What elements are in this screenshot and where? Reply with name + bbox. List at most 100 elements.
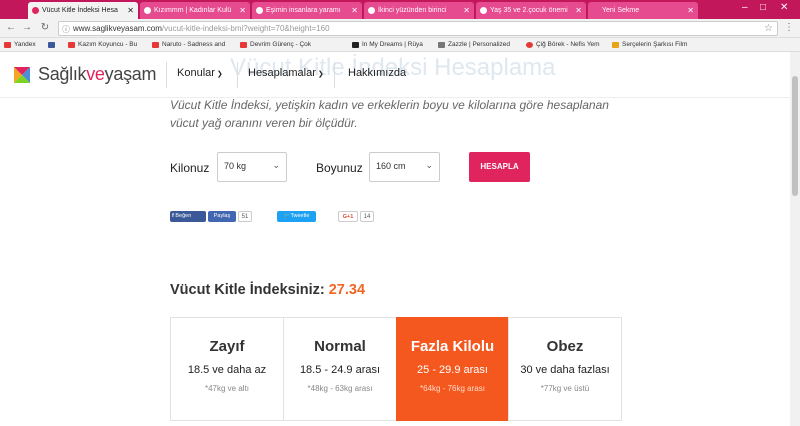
close-icon[interactable]: ✕ xyxy=(351,2,358,19)
bookmark-sercelerin-sarkisi[interactable]: Serçelerin Şarkısı Film xyxy=(612,39,696,51)
bookmark-cig-borek[interactable]: Çiğ Börek - Nefis Yem xyxy=(526,39,606,51)
bmi-card-obez: Obez 30 ve daha fazlası *77kg ve üstü xyxy=(508,317,622,421)
forward-icon[interactable]: → xyxy=(20,21,34,35)
card-title: Zayıf xyxy=(209,338,245,355)
logo-mark-icon xyxy=(14,67,30,83)
bookmark-label: Yandex xyxy=(14,41,36,48)
browser-tab-strip: Vücut Kitle İndeksi Hesa ✕ Kızımmm | Kad… xyxy=(0,0,800,19)
url-input[interactable]: ⓘ www.saglikveyasam.com/vucut-kitle-inde… xyxy=(58,21,778,36)
height-value: 160 cm xyxy=(376,161,406,171)
nav-label: Konular xyxy=(177,67,215,79)
logo-word-ve: ve xyxy=(86,64,105,84)
minimize-icon[interactable]: – xyxy=(742,2,748,14)
logo-word-yasam: yaşam xyxy=(104,64,157,84)
close-icon[interactable]: ✕ xyxy=(127,2,134,19)
close-icon[interactable]: ✕ xyxy=(575,2,582,19)
reload-icon[interactable]: ↻ xyxy=(38,21,52,35)
tab-title: Yeni Sekme xyxy=(602,7,640,14)
nav-divider xyxy=(237,62,238,88)
tab-ikinci[interactable]: İkinci yüzünden birinci ✕ xyxy=(364,2,474,19)
tab-title: Kızımmm | Kadınlar Kulü xyxy=(154,7,232,14)
bookmark-label: Çiğ Börek - Nefis Yem xyxy=(536,41,600,48)
tab-title: Eşimin insanlara yaramı xyxy=(266,7,341,14)
tab-yas35[interactable]: Yaş 35 ve 2.çocuk önemi ✕ xyxy=(476,2,586,19)
bookmark-devrim-gurenc[interactable]: Devrim Gürenç - Çok xyxy=(240,39,324,51)
card-range: 18.5 ve daha az xyxy=(187,364,267,376)
scrollbar-thumb[interactable] xyxy=(792,76,798,196)
calculate-button[interactable]: HESAPLA xyxy=(469,152,530,182)
bookmark-star-icon[interactable]: ☆ xyxy=(764,22,773,35)
close-icon[interactable]: ✕ xyxy=(463,2,470,19)
bmi-result-heading: Vücut Kitle İndeksiniz: 27.34 xyxy=(170,282,365,298)
gplus-label: G+1 xyxy=(342,214,354,220)
nav-divider xyxy=(166,62,167,88)
tweet-button[interactable]: 🐦Tweetle xyxy=(277,211,316,222)
bmi-result-label: Vücut Kitle İndeksiniz: xyxy=(170,282,325,298)
card-title: Normal xyxy=(314,338,366,355)
bookmark-label: In My Dreams | Rüya xyxy=(362,41,423,48)
nav-hesaplamalar[interactable]: Hesaplamalar ❯ xyxy=(248,67,324,79)
bmi-category-cards: Zayıf 18.5 ve daha az *47kg ve altı Norm… xyxy=(170,317,622,421)
intro-text: Vücut Kitle İndeksi, yetişkin kadın ve e… xyxy=(170,98,609,130)
site-logo[interactable]: Sağlıkveyaşam xyxy=(10,61,160,89)
chevron-down-icon: ⌄ xyxy=(425,160,433,170)
site-favicon-icon xyxy=(32,7,39,14)
tab-yeni-sekme[interactable]: Yeni Sekme ✕ xyxy=(588,2,698,19)
height-select[interactable]: 160 cm ⌄ xyxy=(369,152,440,182)
nav-hakkimizda[interactable]: Hakkımızda xyxy=(348,67,406,79)
logo-word-saglik: Sağlık xyxy=(38,64,87,84)
card-title: Fazla Kilolu xyxy=(410,338,495,355)
card-range: 18.5 - 24.9 arası xyxy=(299,364,381,376)
bmi-result-value: 27.34 xyxy=(328,282,366,298)
tab-title: Vücut Kitle İndeksi Hesa xyxy=(42,7,118,14)
close-icon[interactable]: ✕ xyxy=(687,2,694,19)
tab-esimin[interactable]: Eşimin insanlara yaramı ✕ xyxy=(252,2,362,19)
bookmark-facebook[interactable] xyxy=(48,39,60,51)
nav-konular[interactable]: Konular ❯ xyxy=(177,67,223,79)
page-icon xyxy=(438,42,445,48)
facebook-share-count: 51 xyxy=(238,211,252,222)
height-label: Boyunuz xyxy=(316,161,363,175)
url-domain: www.saglikveyasam.com xyxy=(73,24,162,33)
site-favicon-icon xyxy=(480,7,487,14)
google-plus-count: 14 xyxy=(360,211,374,222)
card-weight: *47kg ve altı xyxy=(204,384,250,393)
bookmark-label: Zazzle | Personalized xyxy=(448,41,511,48)
browser-menu-icon[interactable]: ⋮ xyxy=(784,22,794,33)
maximize-icon[interactable]: □ xyxy=(760,2,766,14)
bookmark-yandex[interactable]: Yandex xyxy=(4,39,46,51)
site-favicon-icon xyxy=(256,7,263,14)
facebook-share-button[interactable]: Paylaş xyxy=(208,211,236,222)
page-scrollbar[interactable] xyxy=(790,52,800,426)
food-icon xyxy=(526,42,533,48)
bookmark-label: Serçelerin Şarkısı Film xyxy=(622,41,688,48)
card-title: Obez xyxy=(546,338,584,355)
nav-label: Hakkımızda xyxy=(348,67,407,79)
tab-kizimmm[interactable]: Kızımmm | Kadınlar Kulü ✕ xyxy=(140,2,250,19)
bookmark-label: Devrim Gürenç - Çok xyxy=(250,41,312,48)
site-favicon-icon xyxy=(144,7,151,14)
close-window-icon[interactable]: ✕ xyxy=(780,2,788,14)
yandex-icon xyxy=(4,42,11,48)
facebook-icon xyxy=(48,42,55,48)
film-icon xyxy=(352,42,359,48)
bookmark-in-my-dreams[interactable]: In My Dreams | Rüya xyxy=(352,39,434,51)
bmi-card-fazla-kilolu: Fazla Kilolu 25 - 29.9 arası *64kg - 76k… xyxy=(396,317,509,421)
youtube-icon xyxy=(152,42,159,48)
bookmarks-bar: Yandex Kazım Koyuncu - Bu Naruto - Sadne… xyxy=(0,38,800,52)
google-plus-button[interactable]: G+1 xyxy=(338,211,358,222)
logo-text: Sağlıkveyaşam xyxy=(38,64,156,85)
bmi-card-zayif: Zayıf 18.5 ve daha az *47kg ve altı xyxy=(170,317,284,421)
back-icon[interactable]: ← xyxy=(4,21,18,35)
facebook-like-button[interactable]: f Beğen xyxy=(170,211,206,222)
like-label: Beğen xyxy=(175,213,192,219)
tab-vki[interactable]: Vücut Kitle İndeksi Hesa ✕ xyxy=(28,2,138,19)
weight-select[interactable]: 70 kg ⌄ xyxy=(217,152,287,182)
close-icon[interactable]: ✕ xyxy=(239,2,246,19)
address-bar: ← → ↻ ⓘ www.saglikveyasam.com/vucut-kitl… xyxy=(0,19,800,38)
chevron-down-icon: ❯ xyxy=(216,71,223,78)
bookmark-kazim-koyuncu[interactable]: Kazım Koyuncu - Bu xyxy=(68,39,148,51)
bookmark-zazzle[interactable]: Zazzle | Personalized xyxy=(438,39,522,51)
bookmark-naruto[interactable]: Naruto - Sadness and xyxy=(152,39,236,51)
nav-divider xyxy=(334,62,335,88)
